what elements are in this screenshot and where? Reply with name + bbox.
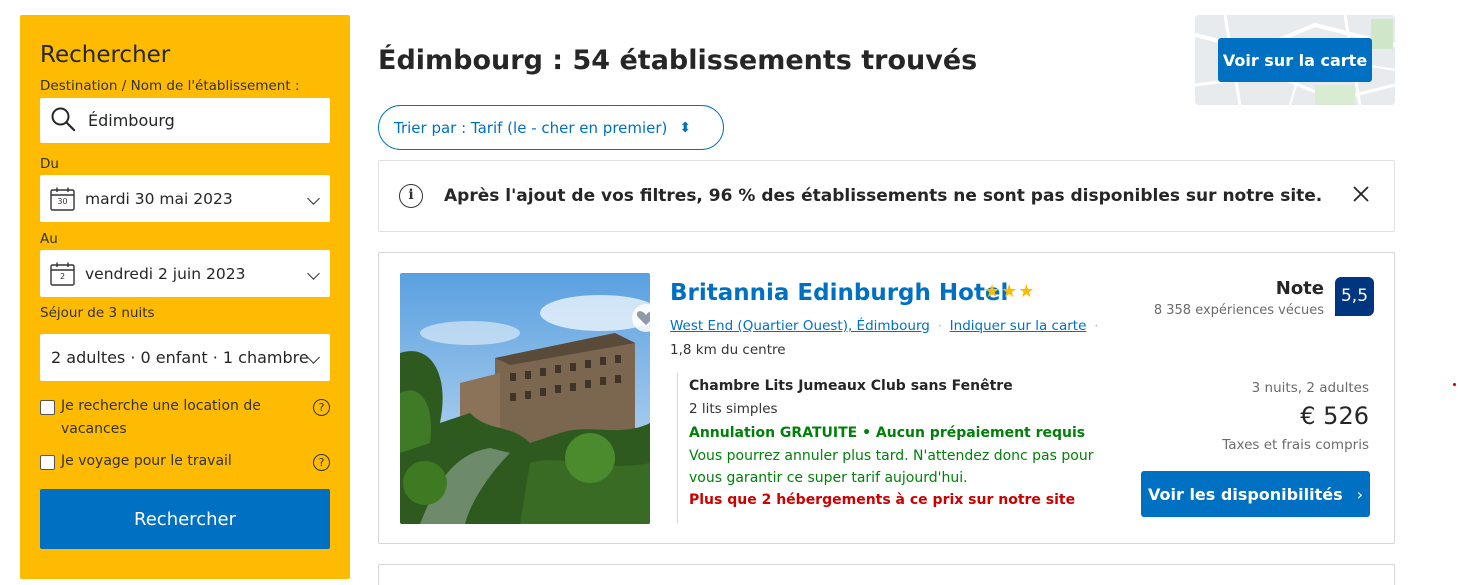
separator-dot: · <box>937 319 942 333</box>
info-icon: i <box>399 184 423 208</box>
hotel-name-link[interactable]: Britannia Edinburgh Hotel <box>670 280 1008 306</box>
next-property-card <box>378 564 1395 585</box>
guests-value: 2 adultes · 0 enfant · 1 chambre <box>51 348 309 367</box>
search-button[interactable]: Rechercher <box>40 489 330 549</box>
view-on-map-button[interactable]: Voir sur la carte <box>1218 38 1372 82</box>
calendar-day-number: 2 <box>59 271 66 281</box>
chevron-down-icon <box>307 350 320 364</box>
location-link[interactable]: West End (Quartier Ouest), Édimbourg <box>670 318 930 334</box>
checkout-value: vendredi 2 juin 2023 <box>85 264 246 283</box>
stay-info: 3 nuits, 2 adultes <box>1251 380 1369 396</box>
vacation-rental-checkbox[interactable] <box>40 400 55 415</box>
sidebar-title: Rechercher <box>40 42 171 68</box>
checkout-label: Au <box>40 231 58 247</box>
vacation-rental-label[interactable]: Je recherche une location de vacances <box>61 395 281 441</box>
chevron-down-icon <box>307 266 320 280</box>
checkin-label: Du <box>40 156 59 172</box>
filter-alert: i Après l'ajout de vos filtres, 96 % des… <box>378 160 1395 232</box>
calendar-icon: 2 <box>50 262 75 286</box>
vacation-rental-row: Je recherche une location de vacances ? <box>40 398 330 441</box>
review-count[interactable]: 8 358 expériences vécues <box>1154 303 1324 318</box>
page-title: Édimbourg : 54 établissements trouvés <box>378 45 978 76</box>
destination-input[interactable]: Édimbourg <box>40 98 330 143</box>
destination-value: Édimbourg <box>88 111 175 130</box>
cancellation-description: Vous pourrez annuler plus tard. N'attend… <box>689 448 1094 486</box>
price: € 526 <box>1300 402 1369 430</box>
hotel-photo[interactable] <box>400 273 650 524</box>
chevron-down-icon <box>307 191 320 205</box>
search-icon <box>50 106 76 136</box>
cancellation-policy: Annulation GRATUITE • Aucun prépaiement … <box>689 425 1086 441</box>
sort-dropdown[interactable]: Trier par : Tarif (le - cher en premier)… <box>378 105 724 150</box>
property-card: Britannia Edinburgh Hotel ★★★ West End (… <box>378 252 1395 544</box>
score-label: Note <box>1275 278 1324 299</box>
business-travel-checkbox[interactable] <box>40 455 55 470</box>
distance-text: 1,8 km du centre <box>670 342 786 358</box>
checkout-date-select[interactable]: 2 vendredi 2 juin 2023 <box>40 250 330 297</box>
location-row: West End (Quartier Ouest), Édimbourg · I… <box>670 318 1106 334</box>
business-travel-row: Je voyage pour le travail ? <box>40 453 330 473</box>
bed-type: 2 lits simples <box>689 401 778 417</box>
star-rating-icon: ★★★ <box>984 281 1036 302</box>
separator-dot: · <box>1094 319 1099 333</box>
guests-select[interactable]: 2 adultes · 0 enfant · 1 chambre <box>40 334 330 381</box>
help-icon[interactable]: ? <box>313 454 330 471</box>
score-badge[interactable]: 5,5 <box>1335 277 1374 316</box>
availability-button-label: Voir les disponibilités <box>1148 484 1343 504</box>
room-details: Chambre Lits Jumeaux Club sans Fenêtre 2… <box>677 373 1117 523</box>
show-on-map-link[interactable]: Indiquer sur la carte <box>950 318 1087 334</box>
close-icon[interactable] <box>1352 185 1370 203</box>
decorative-dot <box>1453 383 1456 386</box>
calendar-icon: 30 <box>50 187 75 211</box>
map-thumbnail[interactable]: Voir sur la carte <box>1195 15 1395 105</box>
sort-label: Trier par : Tarif (le - cher en premier) <box>394 118 668 137</box>
taxes-note: Taxes et frais compris <box>1222 437 1369 453</box>
alert-message: Après l'ajout de vos filtres, 96 % des é… <box>444 186 1323 206</box>
checkin-date-select[interactable]: 30 mardi 30 mai 2023 <box>40 175 330 222</box>
scarcity-message: Plus que 2 hébergements à ce prix sur no… <box>689 492 1076 508</box>
calendar-day-number: 30 <box>57 196 68 206</box>
stay-length-label: Séjour de 3 nuits <box>40 305 155 321</box>
chevron-right-icon: › <box>1356 484 1363 504</box>
room-name: Chambre Lits Jumeaux Club sans Fenêtre <box>689 378 1013 394</box>
see-availability-button[interactable]: Voir les disponibilités › <box>1141 471 1370 517</box>
checkin-value: mardi 30 mai 2023 <box>85 189 233 208</box>
search-sidebar: Rechercher Destination / Nom de l'établi… <box>20 15 350 579</box>
business-travel-label[interactable]: Je voyage pour le travail <box>61 450 281 473</box>
heart-icon[interactable] <box>631 303 650 333</box>
sort-arrows-icon: ⬍ <box>679 119 692 136</box>
help-icon[interactable]: ? <box>313 399 330 416</box>
destination-label: Destination / Nom de l'établissement : <box>40 78 300 94</box>
